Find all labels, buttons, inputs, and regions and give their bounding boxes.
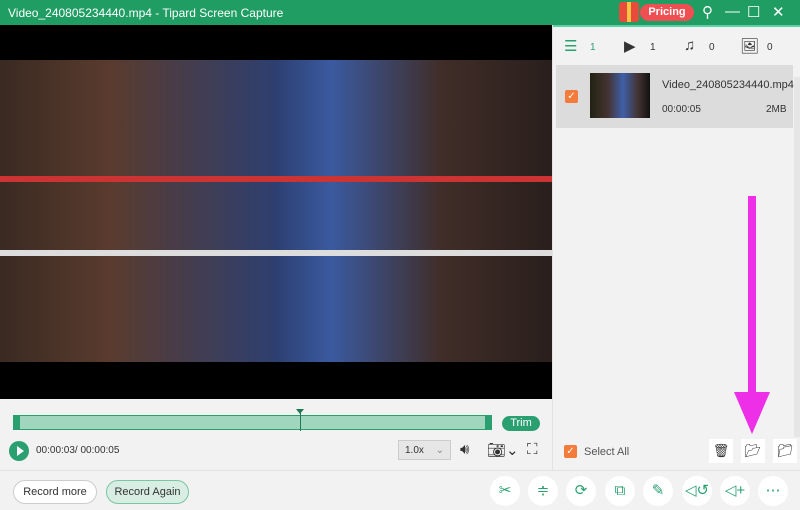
file-size: 2MB <box>766 104 787 115</box>
tab-count: 1 <box>650 42 656 53</box>
pricing-button[interactable]: Pricing <box>640 4 694 21</box>
playhead[interactable] <box>296 409 305 431</box>
scrollbar[interactable] <box>794 77 800 437</box>
trim-end-handle[interactable] <box>485 415 492 430</box>
audio-convert-icon[interactable]: ◁↺ <box>682 476 712 506</box>
convert-icon[interactable]: ⟳ <box>566 476 596 506</box>
title-bar: Video_240805234440.mp4 - Tipard Screen C… <box>0 0 800 25</box>
bottom-toolbar: Record more Record Again ✂ ≑ ⟳ ⧉ ✎ ◁↺ ◁+… <box>0 470 800 510</box>
gift-icon[interactable] <box>619 2 639 22</box>
merge-icon[interactable]: ⧉ <box>605 476 635 506</box>
file-checkbox[interactable]: ✓ <box>565 90 578 103</box>
video-frame <box>0 60 552 362</box>
chevron-down-icon: ⌄ <box>435 445 444 456</box>
select-all-checkbox[interactable]: ✓ <box>564 445 577 458</box>
trim-button[interactable]: Trim <box>502 416 540 431</box>
minimize-icon[interactable]: — <box>725 3 740 20</box>
key-icon[interactable]: ⚲ <box>702 3 713 21</box>
time-display: 00:00:03/ 00:00:05 <box>36 445 120 456</box>
ring-rope <box>0 250 552 256</box>
file-name: Video_240805234440.mp4 <box>662 79 794 91</box>
close-icon[interactable]: ✕ <box>772 3 785 21</box>
file-list-item[interactable]: ✓ Video_240805234440.mp4 00:00:05 2MB <box>556 65 794 128</box>
music-icon[interactable]: ♫ <box>684 37 695 54</box>
video-icon[interactable]: ▶ <box>624 37 636 55</box>
media-tabs: ☰ 1 ▶ 1 ♫ 0 🖼︎ 0 <box>553 25 800 63</box>
trim-start-handle[interactable] <box>13 415 20 430</box>
play-button[interactable] <box>9 441 29 461</box>
trim-timeline[interactable] <box>13 409 492 431</box>
record-again-button[interactable]: Record Again <box>106 480 189 504</box>
scissors-icon[interactable]: ✂ <box>490 476 520 506</box>
player-controls: Trim 00:00:03/ 00:00:05 1.0x ⌄ 🔊︎ 📷︎⌄ ⛶ <box>0 399 552 470</box>
maximize-icon[interactable]: ☐ <box>747 3 760 21</box>
file-thumbnail <box>590 73 650 118</box>
open-folder-icon[interactable]: 📁︎ <box>773 439 797 463</box>
file-duration: 00:00:05 <box>662 104 701 115</box>
video-preview[interactable] <box>0 25 552 399</box>
tab-count: 1 <box>590 42 596 53</box>
speed-value: 1.0x <box>405 445 424 456</box>
list-icon[interactable]: ☰ <box>564 37 577 55</box>
tab-count: 0 <box>767 42 773 53</box>
image-icon[interactable]: 🖼︎ <box>740 37 759 55</box>
volume-icon[interactable]: 🔊︎ <box>460 441 469 458</box>
record-more-button[interactable]: Record more <box>13 480 97 504</box>
export-folder-icon[interactable]: 📂︎ <box>741 439 765 463</box>
ring-rope <box>0 176 552 182</box>
select-all-label: Select All <box>584 446 630 458</box>
tab-count: 0 <box>709 42 715 53</box>
edit-icon[interactable]: ✎ <box>643 476 673 506</box>
more-icon[interactable]: ⋯ <box>758 476 788 506</box>
annotation-arrow <box>748 196 756 396</box>
trash-icon[interactable]: 🗑︎ <box>709 439 733 463</box>
camera-icon[interactable]: 📷︎⌄ <box>487 441 519 459</box>
speed-select[interactable]: 1.0x ⌄ <box>398 440 451 460</box>
fullscreen-icon[interactable]: ⛶ <box>527 441 538 458</box>
compress-icon[interactable]: ≑ <box>528 476 558 506</box>
volume-boost-icon[interactable]: ◁+ <box>720 476 750 506</box>
annotation-arrowhead <box>734 392 770 434</box>
window-title: Video_240805234440.mp4 - Tipard Screen C… <box>8 6 284 20</box>
